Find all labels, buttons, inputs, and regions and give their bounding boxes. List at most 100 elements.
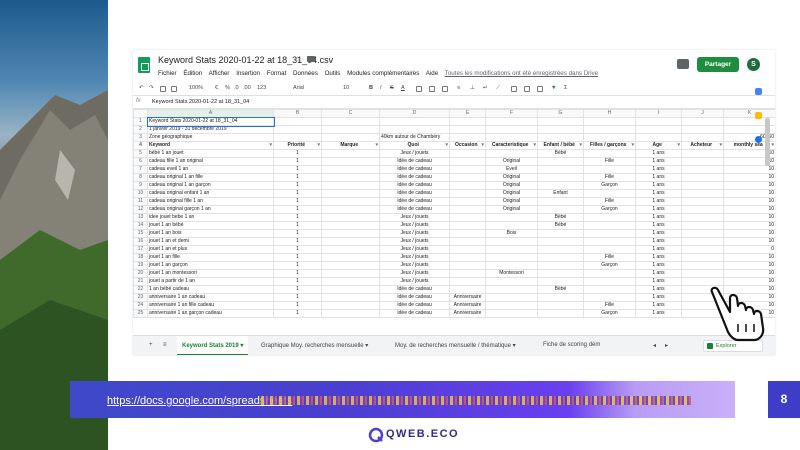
cell-occasion[interactable]: [449, 197, 486, 206]
cell-marque[interactable]: [321, 309, 380, 318]
cell-caracteristique[interactable]: [485, 277, 538, 286]
filter-dropdown-icon[interactable]: ▾: [579, 143, 582, 149]
cell-occasion[interactable]: [449, 173, 486, 182]
vertical-align-icon[interactable]: ⊥: [470, 85, 475, 91]
italic-button[interactable]: I: [380, 85, 382, 91]
cell-marque[interactable]: [321, 293, 380, 302]
cell-caracteristique[interactable]: Original: [485, 205, 538, 214]
cell-priorite[interactable]: 1: [273, 285, 322, 294]
select-all-corner[interactable]: [133, 109, 148, 118]
cell-filles-garcons[interactable]: Fille: [583, 253, 636, 262]
cell[interactable]: [583, 133, 636, 142]
cell-enfant-bebe[interactable]: [537, 229, 584, 238]
cell[interactable]: [635, 117, 682, 126]
bold-button[interactable]: B: [369, 85, 373, 91]
cell-occasion[interactable]: [449, 277, 486, 286]
cell-enfant-bebe[interactable]: Bébé: [537, 221, 584, 230]
cell[interactable]: [379, 125, 450, 134]
cell-enfant-bebe[interactable]: [537, 197, 584, 206]
cell-enfant-bebe[interactable]: [537, 165, 584, 174]
menu-format[interactable]: Format: [267, 70, 287, 77]
cell-monthly-searches[interactable]: 10: [723, 197, 775, 206]
cell-age[interactable]: 1 ans: [635, 149, 682, 158]
cell-caracteristique[interactable]: Original: [485, 181, 538, 190]
cell-monthly-searches[interactable]: 10: [723, 237, 775, 246]
cell[interactable]: [681, 125, 724, 134]
cell-acheteur[interactable]: [681, 253, 724, 262]
cell-quoi[interactable]: Idée de cadeau: [379, 301, 450, 310]
cell[interactable]: [583, 125, 636, 134]
cell-marque[interactable]: [321, 197, 380, 206]
cell[interactable]: [379, 117, 450, 126]
cell-acheteur[interactable]: [681, 269, 724, 278]
cell-caracteristique[interactable]: [485, 245, 538, 254]
cell-monthly-searches[interactable]: 10: [723, 213, 775, 222]
cell-occasion[interactable]: [449, 149, 486, 158]
cell-filles-garcons[interactable]: Garçon: [583, 309, 636, 318]
row-number[interactable]: 2: [133, 125, 148, 134]
cell-enfant-bebe[interactable]: [537, 181, 584, 190]
cell-keyword[interactable]: 1 an bébé cadeau: [147, 285, 274, 294]
column-header[interactable]: Priorité ▾: [273, 141, 322, 150]
filter-dropdown-icon[interactable]: ▾: [631, 143, 634, 149]
font-select[interactable]: Arial: [293, 85, 304, 91]
cell-marque[interactable]: [321, 189, 380, 198]
cell[interactable]: [273, 125, 322, 134]
cell-caracteristique[interactable]: [485, 221, 538, 230]
zoom-select[interactable]: 100%: [189, 85, 203, 91]
cell-priorite[interactable]: 1: [273, 197, 322, 206]
cell[interactable]: [681, 133, 724, 142]
filter-dropdown-icon[interactable]: ▾: [719, 143, 722, 149]
cell-filles-garcons[interactable]: Garçon: [583, 181, 636, 190]
cell-priorite[interactable]: 1: [273, 157, 322, 166]
cell-occasion[interactable]: [449, 165, 486, 174]
cell-occasion[interactable]: [449, 253, 486, 262]
cell-keyword[interactable]: idee jouet bebe 1 an: [147, 213, 274, 222]
cell-caracteristique[interactable]: Original: [485, 157, 538, 166]
tab-fiche-scoring[interactable]: Fiche de scoring dém: [543, 342, 600, 348]
column-letter[interactable]: A: [147, 109, 274, 118]
cell-priorite[interactable]: 1: [273, 253, 322, 262]
cell-occasion[interactable]: Anniversaire: [449, 309, 486, 318]
column-header[interactable]: Acheteur ▾: [681, 141, 724, 150]
cell-acheteur[interactable]: [681, 165, 724, 174]
cell-marque[interactable]: [321, 181, 380, 190]
tabs-scroll-left-icon[interactable]: ◂: [653, 342, 656, 349]
cell-quoi[interactable]: Idée de cadeau: [379, 189, 450, 198]
row-number[interactable]: 13: [133, 213, 148, 222]
cell-filles-garcons[interactable]: Garçon: [583, 261, 636, 270]
column-header[interactable]: Marque ▾: [321, 141, 380, 150]
cell-enfant-bebe[interactable]: [537, 205, 584, 214]
cell-marque[interactable]: [321, 245, 380, 254]
row-number[interactable]: 5: [133, 149, 148, 158]
sheets-logo-icon[interactable]: [138, 57, 150, 73]
filter-icon[interactable]: ▼: [551, 85, 556, 91]
column-letter[interactable]: C: [321, 109, 380, 118]
cell-age[interactable]: 1 ans: [635, 245, 682, 254]
cell-caracteristique[interactable]: [485, 309, 538, 318]
row-number[interactable]: 19: [133, 261, 148, 270]
menu-insert[interactable]: Insertion: [236, 70, 260, 77]
cell-age[interactable]: 1 ans: [635, 301, 682, 310]
cell-quoi[interactable]: Jeux / jouets: [379, 149, 450, 158]
row-number[interactable]: 10: [133, 189, 148, 198]
cell-enfant-bebe[interactable]: Bébé: [537, 213, 584, 222]
row-number[interactable]: 8: [133, 173, 148, 182]
cell-enfant-bebe[interactable]: [537, 309, 584, 318]
cell-enfant-bebe[interactable]: [537, 261, 584, 270]
cell-occasion[interactable]: Anniversaire: [449, 293, 486, 302]
cell-monthly-searches[interactable]: 10: [723, 229, 775, 238]
cell[interactable]: [273, 133, 322, 142]
cell-marque[interactable]: [321, 221, 380, 230]
cell-quoi[interactable]: Jeux / jouets: [379, 213, 450, 222]
cell-filles-garcons[interactable]: Fille: [583, 301, 636, 310]
cell-keyword[interactable]: cadeau original 1 an fille: [147, 173, 274, 182]
cell-enfant-bebe[interactable]: [537, 301, 584, 310]
menu-edit[interactable]: Édition: [183, 70, 202, 77]
cell-occasion[interactable]: [449, 245, 486, 254]
column-header[interactable]: Enfant / bébé ▾: [537, 141, 584, 150]
cell-keyword[interactable]: jouet 1 an fille: [147, 253, 274, 262]
column-letter[interactable]: B: [273, 109, 322, 118]
cell-acheteur[interactable]: [681, 149, 724, 158]
wrap-text-icon[interactable]: ↵: [483, 85, 488, 91]
